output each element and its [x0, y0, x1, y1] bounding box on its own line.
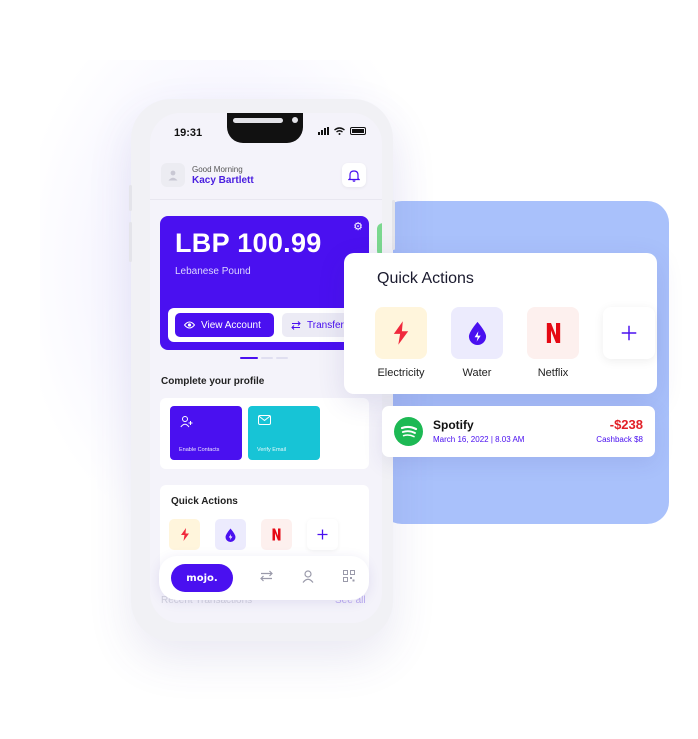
verify-email-tile[interactable]: Verify Email: [248, 406, 320, 460]
phone-netflix-action[interactable]: [261, 519, 292, 550]
add-action-button[interactable]: [603, 307, 655, 359]
plus-icon: [317, 529, 328, 540]
carousel-indicator: [240, 357, 288, 359]
next-card-peek[interactable]: [377, 223, 382, 257]
phone-add-action[interactable]: [307, 519, 338, 550]
balance-amount: LBP 100.99: [175, 228, 322, 258]
signal-icon: [318, 127, 329, 135]
transaction-cashback: Cashback $8: [596, 435, 643, 444]
profile-icon[interactable]: [302, 570, 314, 583]
bottom-navigation: mojo.: [159, 556, 369, 600]
phone-camera: [292, 117, 298, 123]
view-account-button[interactable]: View Account: [175, 313, 274, 337]
enable-contacts-tile[interactable]: Enable Contacts: [170, 406, 242, 460]
phone-electricity-action[interactable]: [169, 519, 200, 550]
user-icon: [168, 170, 178, 181]
status-icons: [318, 127, 366, 135]
phone-speaker: [233, 118, 283, 123]
enable-contacts-label: Enable Contacts: [179, 447, 220, 453]
battery-icon: [350, 127, 366, 135]
qr-code-icon[interactable]: [343, 570, 355, 582]
email-check-icon: [258, 415, 271, 425]
status-time: 19:31: [174, 127, 203, 139]
netflix-icon: [546, 323, 560, 343]
user-name: Kacy Bartlett: [192, 175, 254, 186]
transaction-date: March 16, 2022 | 8.03 AM: [433, 435, 525, 444]
greeting-text: Good Morning: [192, 165, 243, 174]
eye-icon: [184, 321, 195, 329]
transfer-label: Transfer: [307, 319, 344, 331]
netflix-action[interactable]: [527, 307, 579, 359]
balance-currency: Lebanese Pound: [175, 266, 251, 277]
quick-actions-title: Quick Actions: [377, 270, 474, 287]
profile-tasks: Enable Contacts Verify Email: [160, 398, 369, 469]
water-drop-icon: [225, 528, 236, 542]
balance-card: LBP 100.99 Lebanese Pound ⚙ View Account…: [160, 216, 372, 350]
header-divider: [150, 199, 382, 200]
lightning-icon: [393, 321, 409, 345]
verify-email-label: Verify Email: [257, 447, 287, 453]
avatar[interactable]: [161, 163, 185, 187]
electricity-label: Electricity: [377, 367, 425, 379]
phone-water-action[interactable]: [215, 519, 246, 550]
wifi-icon: [334, 127, 345, 135]
phone-side-button: [129, 185, 132, 211]
gear-icon[interactable]: ⚙: [353, 220, 363, 233]
water-action[interactable]: [451, 307, 503, 359]
quick-actions-card: Quick Actions Electricity Water Netflix: [344, 253, 657, 394]
mojo-home-button[interactable]: mojo.: [171, 564, 233, 592]
transaction-amount: -$238: [609, 417, 643, 432]
water-drop-icon: [468, 321, 486, 345]
phone-side-button: [129, 222, 132, 262]
card-actions: View Account Transfer: [168, 308, 372, 342]
netflix-label: Netflix: [537, 367, 569, 379]
plus-icon: [621, 325, 637, 341]
phone-quick-actions-title: Quick Actions: [171, 496, 238, 507]
transaction-card[interactable]: Spotify March 16, 2022 | 8.03 AM -$238 C…: [382, 406, 655, 457]
transaction-merchant: Spotify: [433, 418, 474, 432]
phone-side-button: [392, 200, 395, 250]
profile-section-title: Complete your profile: [161, 376, 265, 387]
transfer-icon[interactable]: [260, 570, 273, 582]
electricity-action[interactable]: [375, 307, 427, 359]
bell-icon: [348, 169, 360, 182]
notifications-button[interactable]: [342, 163, 366, 187]
transfer-icon: [291, 320, 301, 330]
spotify-icon: [394, 417, 423, 446]
netflix-icon: [272, 528, 281, 541]
water-label: Water: [462, 367, 492, 379]
add-user-icon: [180, 416, 193, 428]
view-account-label: View Account: [201, 319, 261, 331]
lightning-icon: [180, 528, 189, 541]
